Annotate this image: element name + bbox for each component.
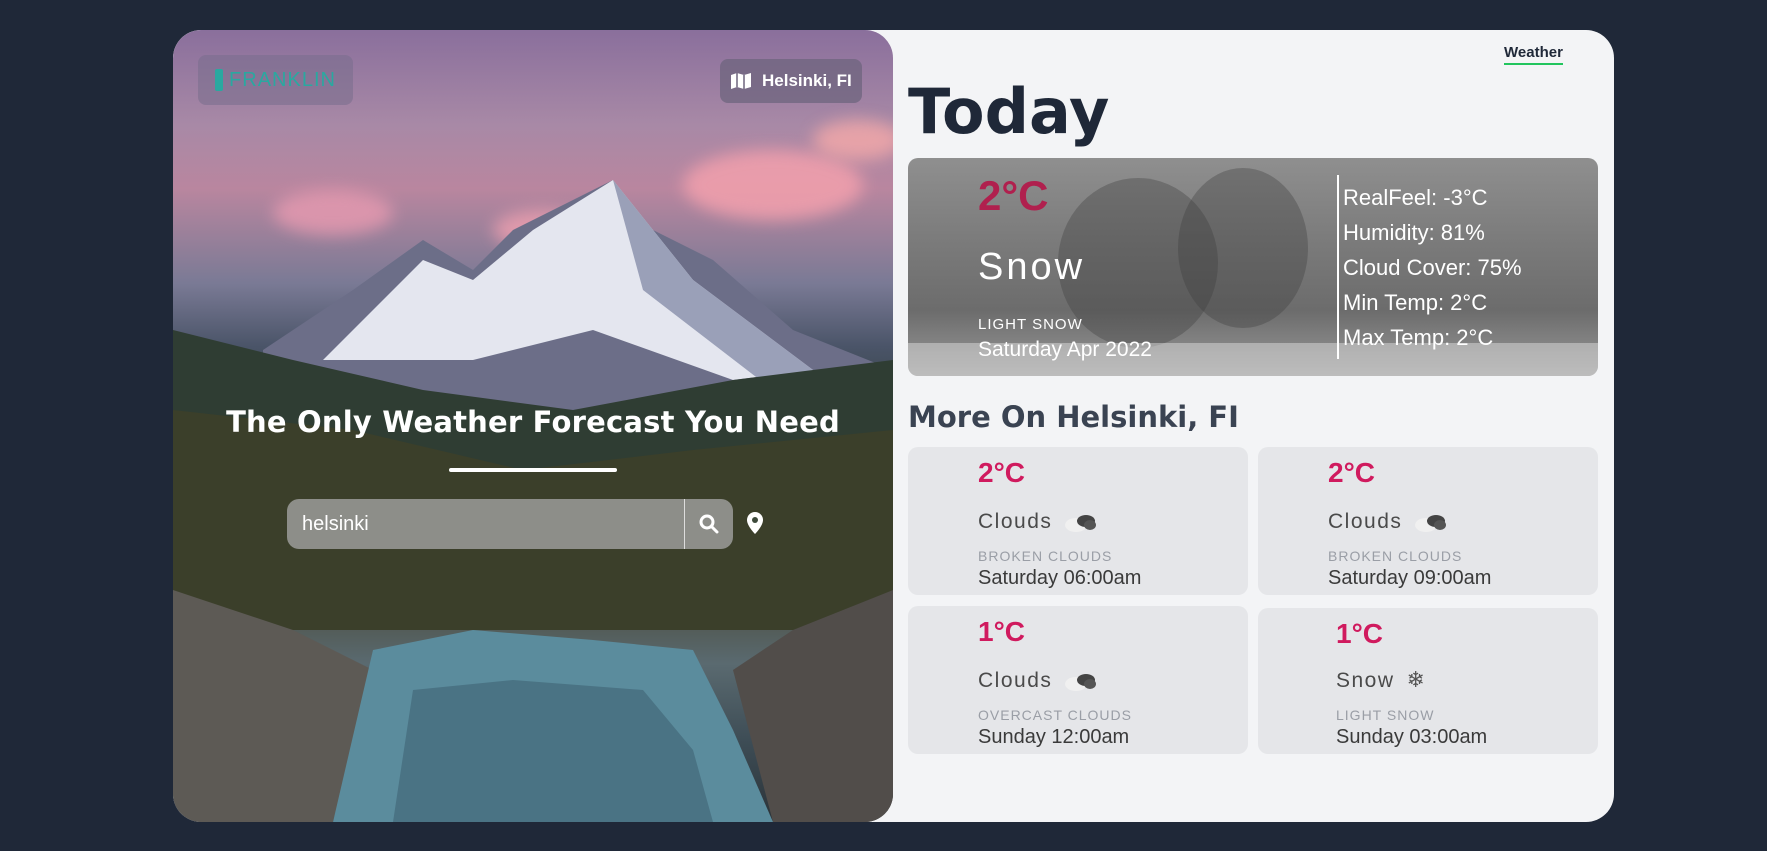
forecast-card: 2°C Clouds BROKEN CLOUDS Saturday 09:00a… xyxy=(1258,447,1598,595)
forecast-condition: Clouds xyxy=(1328,510,1403,533)
forecast-condition: Clouds xyxy=(978,510,1053,533)
forecast-description: OVERCAST CLOUDS xyxy=(978,707,1132,723)
forecast-description: BROKEN CLOUDS xyxy=(1328,548,1463,564)
search-input[interactable]: helsinki xyxy=(287,513,684,536)
forecast-temp: 2°C xyxy=(978,457,1025,488)
map-icon xyxy=(731,73,751,89)
forecast-condition: Snow xyxy=(1336,668,1395,692)
today-stats: RealFeel: -3°C Humidity: 81% Cloud Cover… xyxy=(1343,180,1522,355)
snowflake-icon: ❄ xyxy=(1406,668,1427,693)
today-weather-card: 2°C Snow LIGHT SNOW Saturday Apr 2022 Re… xyxy=(908,158,1598,376)
more-heading: More On Helsinki, FI xyxy=(908,400,1239,434)
forecast-card: 2°C Clouds BROKEN CLOUDS Saturday 06:00a… xyxy=(908,447,1248,595)
logo-text: FRANKLIN xyxy=(229,68,336,91)
search-icon xyxy=(699,514,719,534)
today-temp: 2°C xyxy=(978,172,1049,219)
forecast-description: LIGHT SNOW xyxy=(1336,707,1435,723)
hero-panel: FRANKLIN Helsinki, FI The Only Weather F… xyxy=(173,30,893,822)
stats-divider xyxy=(1337,175,1339,359)
stat-realfeel: RealFeel: -3°C xyxy=(1343,185,1488,210)
nav-weather-link[interactable]: Weather xyxy=(1504,44,1563,65)
title-underline xyxy=(449,468,617,472)
search-button[interactable] xyxy=(684,499,733,549)
city-search: helsinki xyxy=(287,499,733,549)
current-location-button[interactable] xyxy=(747,512,763,539)
forecast-condition: Clouds xyxy=(978,669,1053,692)
clouds-icon xyxy=(1065,515,1097,532)
hero-title: The Only Weather Forecast You Need xyxy=(226,405,840,439)
stat-max-temp: Max Temp: 2°C xyxy=(1343,325,1494,350)
forecast-temp: 1°C xyxy=(978,616,1025,647)
franklin-logo[interactable]: FRANKLIN xyxy=(198,55,353,105)
location-badge[interactable]: Helsinki, FI xyxy=(720,59,862,103)
location-badge-label: Helsinki, FI xyxy=(762,71,852,90)
stat-humidity: Humidity: 81% xyxy=(1343,220,1485,245)
today-description: LIGHT SNOW xyxy=(978,316,1083,333)
forecast-time: Sunday 03:00am xyxy=(1336,726,1488,748)
forecast-temp: 1°C xyxy=(1336,618,1383,649)
forecast-time: Saturday 09:00am xyxy=(1328,567,1492,589)
stat-min-temp: Min Temp: 2°C xyxy=(1343,290,1488,315)
logo-mark-icon xyxy=(215,69,224,91)
today-condition: Snow xyxy=(978,246,1086,288)
forecast-temp: 2°C xyxy=(1328,457,1375,488)
location-pin-icon xyxy=(747,512,763,534)
clouds-icon xyxy=(1415,515,1447,532)
clouds-icon xyxy=(1065,674,1097,691)
forecast-time: Sunday 12:00am xyxy=(978,726,1130,748)
today-date: Saturday Apr 2022 xyxy=(978,338,1152,361)
app-container: FRANKLIN Helsinki, FI The Only Weather F… xyxy=(173,30,1614,822)
today-heading: Today xyxy=(908,75,1110,148)
forecast-card: 1°C Clouds OVERCAST CLOUDS Sunday 12:00a… xyxy=(908,606,1248,754)
forecast-card: 1°C Snow ❄ LIGHT SNOW Sunday 03:00am xyxy=(1258,608,1598,754)
forecast-description: BROKEN CLOUDS xyxy=(978,548,1113,564)
forecast-time: Saturday 06:00am xyxy=(978,567,1142,589)
stat-cloud-cover: Cloud Cover: 75% xyxy=(1343,255,1522,280)
